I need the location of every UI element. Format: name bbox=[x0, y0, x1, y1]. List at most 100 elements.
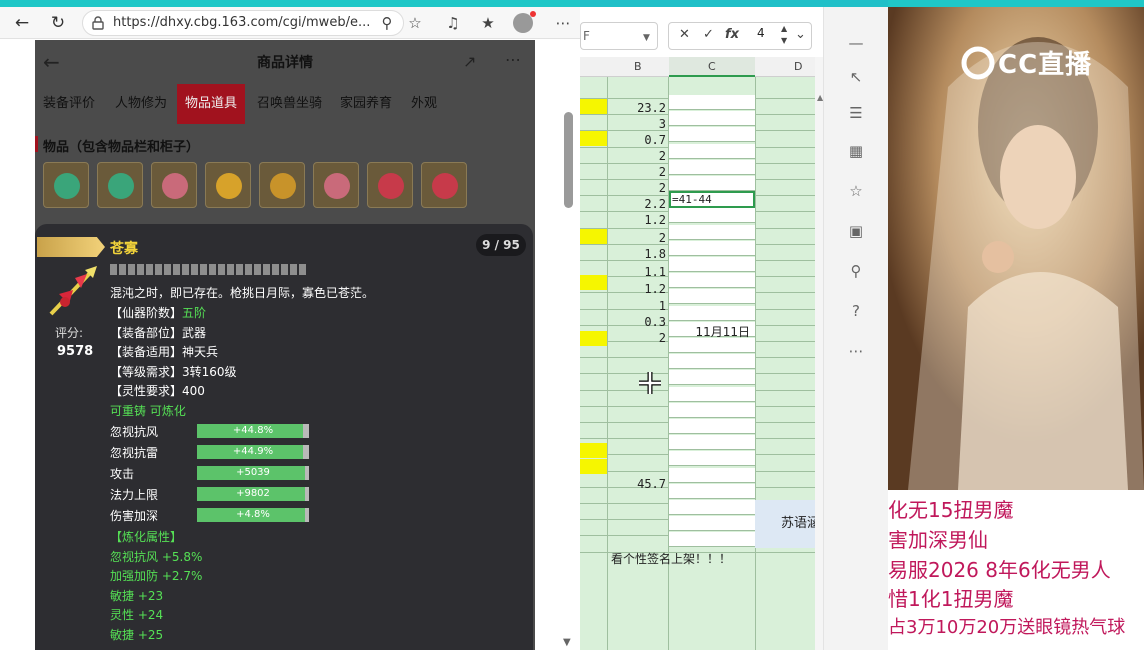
cell-value[interactable]: 2 bbox=[608, 231, 666, 245]
cell[interactable] bbox=[669, 127, 755, 143]
image-icon[interactable]: ▣ bbox=[846, 221, 866, 241]
tab-pets-mounts[interactable]: 召唤兽坐骑 bbox=[249, 84, 330, 124]
item-slot[interactable] bbox=[367, 162, 413, 208]
address-bar[interactable]: https://dhxy.cbg.163.com/cgi/mweb/e... bbox=[82, 10, 404, 36]
spin-up-icon[interactable]: ▲ bbox=[781, 24, 787, 33]
item-slot[interactable] bbox=[259, 162, 305, 208]
function-icon[interactable]: fx bbox=[725, 27, 739, 42]
share-icon[interactable]: ↗ bbox=[463, 52, 476, 71]
table-icon[interactable]: ▦ bbox=[846, 141, 866, 161]
cell[interactable] bbox=[669, 386, 755, 402]
cell[interactable] bbox=[669, 208, 755, 224]
cell[interactable] bbox=[669, 305, 755, 321]
cell-value[interactable]: 23.2 bbox=[608, 101, 666, 115]
item-slot[interactable] bbox=[43, 162, 89, 208]
cell[interactable] bbox=[669, 338, 755, 353]
note-cell[interactable]: 看个性签名上架！！！ bbox=[608, 550, 755, 566]
highlighted-cell[interactable] bbox=[580, 99, 607, 114]
cell-value[interactable]: 1.2 bbox=[608, 213, 666, 227]
cell-value[interactable]: 1.8 bbox=[608, 247, 666, 261]
cell-value[interactable]: 2 bbox=[608, 331, 666, 345]
cell-value[interactable]: 0.3 bbox=[608, 315, 666, 329]
cell[interactable] bbox=[669, 159, 755, 175]
cell-value[interactable]: 1.2 bbox=[608, 282, 666, 296]
item-slot[interactable] bbox=[97, 162, 143, 208]
search-doc-icon[interactable]: ⚲ bbox=[846, 261, 866, 281]
more-dots-icon[interactable]: ⋯ bbox=[846, 341, 866, 361]
cell[interactable] bbox=[669, 354, 755, 370]
cell[interactable] bbox=[669, 176, 755, 191]
formula-value[interactable]: 4 bbox=[757, 26, 765, 40]
cell[interactable] bbox=[669, 483, 755, 499]
scroll-down-icon[interactable]: ▼ bbox=[563, 637, 571, 648]
cell[interactable] bbox=[669, 370, 755, 386]
item-slot[interactable] bbox=[151, 162, 197, 208]
cell-value[interactable]: 2 bbox=[608, 165, 666, 179]
cell-value[interactable]: 2.2 bbox=[608, 197, 666, 211]
tab-appearance[interactable]: 外观 bbox=[403, 84, 445, 124]
cell[interactable] bbox=[669, 435, 755, 451]
cell-value[interactable]: 2 bbox=[608, 149, 666, 163]
reload-icon[interactable]: ↻ bbox=[46, 11, 70, 35]
cell[interactable] bbox=[669, 516, 755, 532]
media-icon[interactable]: ♫ bbox=[443, 13, 463, 33]
cell-value[interactable]: 1 bbox=[608, 299, 666, 313]
column-header-d[interactable]: D bbox=[794, 60, 802, 73]
select-icon[interactable]: ↖ bbox=[846, 67, 866, 87]
spin-down-icon[interactable]: ▼ bbox=[781, 36, 787, 45]
cell-grid[interactable]: B C D 23.2 3 0.7 2 2 2 2.2 1.2 2 1.8 1.1… bbox=[580, 57, 815, 650]
back-arrow-icon[interactable]: ← bbox=[10, 11, 34, 35]
column-header-c[interactable]: C bbox=[708, 60, 716, 73]
cell-value[interactable]: 0.7 bbox=[608, 133, 666, 147]
page-scrollbar[interactable] bbox=[564, 112, 573, 208]
cell-value[interactable]: 2 bbox=[608, 181, 666, 195]
collapse-icon[interactable]: — bbox=[846, 33, 866, 53]
adjust-icon[interactable]: ☰ bbox=[846, 103, 866, 123]
cell-value[interactable]: 1.1 bbox=[608, 265, 666, 279]
cell[interactable] bbox=[669, 532, 755, 548]
cell[interactable] bbox=[669, 95, 755, 110]
highlighted-cell[interactable] bbox=[580, 131, 607, 146]
cell[interactable] bbox=[669, 240, 755, 256]
tab-home[interactable]: 家园养育 bbox=[332, 84, 400, 124]
cell-value[interactable]: 3 bbox=[608, 117, 666, 131]
cell[interactable] bbox=[669, 467, 755, 483]
cell[interactable] bbox=[669, 273, 755, 289]
shape-icon[interactable]: ☆ bbox=[846, 181, 866, 201]
highlighted-cell[interactable] bbox=[580, 459, 607, 474]
cell[interactable] bbox=[669, 289, 755, 305]
confirm-icon[interactable]: ✓ bbox=[703, 27, 714, 42]
date-cell[interactable]: 11月11日 bbox=[669, 323, 755, 340]
more-icon[interactable]: ⋯ bbox=[505, 50, 521, 69]
favorites-list-icon[interactable]: ★ bbox=[478, 13, 498, 33]
favorite-star-icon[interactable]: ☆ bbox=[405, 13, 425, 33]
cell[interactable] bbox=[669, 224, 755, 240]
help-icon[interactable]: ? bbox=[846, 301, 866, 321]
name-box[interactable]: F ▼ bbox=[580, 22, 658, 50]
cell[interactable] bbox=[669, 500, 755, 515]
item-slot[interactable] bbox=[205, 162, 251, 208]
tab-items[interactable]: 物品道具 bbox=[177, 84, 246, 124]
highlighted-cell[interactable] bbox=[580, 275, 607, 290]
cancel-icon[interactable]: ✕ bbox=[679, 27, 690, 42]
cell[interactable] bbox=[669, 451, 755, 467]
item-slot[interactable] bbox=[421, 162, 467, 208]
search-page-icon[interactable]: ⚲ bbox=[377, 13, 397, 33]
cell[interactable] bbox=[669, 111, 755, 127]
cell[interactable] bbox=[669, 257, 755, 272]
url-text[interactable]: https://dhxy.cbg.163.com/cgi/mweb/e... bbox=[113, 15, 370, 30]
cell[interactable] bbox=[669, 402, 755, 418]
tab-equipment-rating[interactable]: 装备评价 bbox=[35, 84, 103, 124]
menu-dots-icon[interactable]: ⋯ bbox=[553, 13, 573, 33]
formula-input[interactable]: ✕ ✓ fx 4 ▲ ▼ ⌄ bbox=[668, 22, 812, 50]
highlighted-cell[interactable] bbox=[580, 229, 607, 244]
tab-cultivation[interactable]: 人物修为 bbox=[107, 84, 175, 124]
highlighted-cell[interactable] bbox=[580, 443, 607, 458]
highlighted-cell[interactable] bbox=[580, 331, 607, 346]
merged-name-cell[interactable]: 苏语涵 bbox=[755, 500, 815, 548]
cell[interactable] bbox=[669, 419, 755, 434]
sheet-scrollbar[interactable] bbox=[815, 57, 823, 650]
item-slot[interactable] bbox=[313, 162, 359, 208]
chevron-down-icon[interactable]: ▼ bbox=[643, 25, 650, 51]
column-header-b[interactable]: B bbox=[634, 60, 642, 73]
